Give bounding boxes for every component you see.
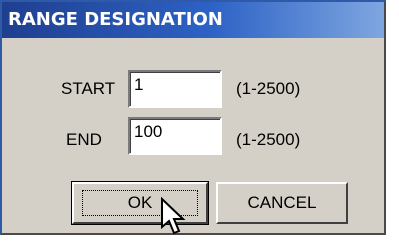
start-label: START [61, 79, 116, 98]
ok-button-label: OK [127, 193, 153, 212]
end-range-hint: (1-2500) [236, 130, 301, 149]
window-title: RANGE DESIGNATION [8, 9, 223, 30]
cancel-button[interactable]: CANCEL [216, 182, 348, 224]
end-input[interactable]: 100 [128, 117, 222, 155]
title-bar[interactable]: RANGE DESIGNATION [2, 2, 384, 38]
ok-button[interactable]: OK [71, 181, 209, 225]
start-range-hint: (1-2500) [236, 79, 301, 98]
cancel-button-label: CANCEL [247, 193, 317, 212]
end-label: END [66, 130, 102, 149]
range-designation-dialog: RANGE DESIGNATION START 1 (1-2500) END 1… [0, 0, 386, 235]
start-input[interactable]: 1 [128, 70, 222, 108]
arrow-cursor-icon [161, 197, 186, 235]
